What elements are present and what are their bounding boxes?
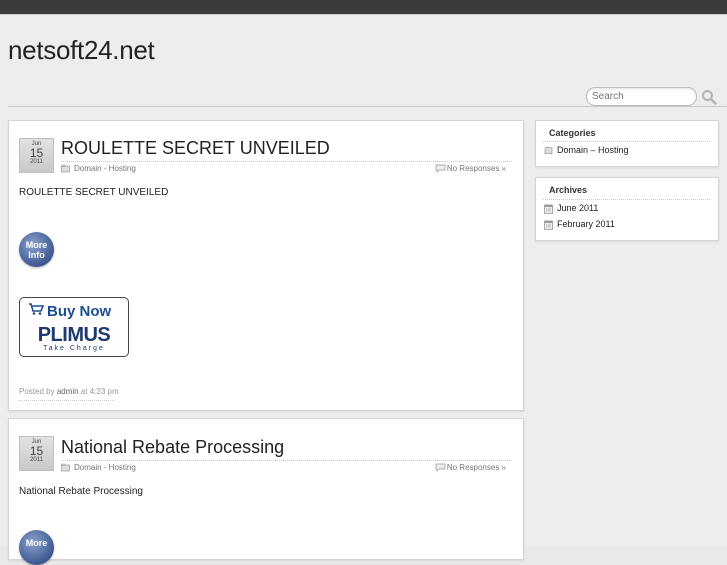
post-responses: No Responses » [435, 463, 506, 472]
date-badge: Jun 15 2011 [19, 138, 54, 173]
post-title[interactable]: ROULETTE SECRET UNVEILED [61, 138, 330, 159]
posted-by-label: Posted by [19, 387, 55, 396]
archive-label[interactable]: February 2011 [557, 219, 615, 229]
more-info-button[interactable]: More [19, 530, 54, 565]
archive-item[interactable]: June 2011 [544, 203, 598, 214]
responses-link[interactable]: No Responses » [447, 164, 506, 173]
category-link[interactable]: Domain - Hosting [74, 463, 136, 472]
post: Jun 15 2011 ROULETTE SECRET UNVEILED Dom… [8, 120, 524, 411]
search-icon[interactable] [701, 89, 717, 105]
post-footer: Posted by admin at 4:23 pm [19, 387, 119, 396]
folder-icon [544, 146, 553, 155]
category-label[interactable]: Domain – Hosting [557, 145, 629, 155]
buy-now-label: Buy Now [47, 302, 112, 320]
meta-divider [61, 161, 512, 162]
author-link[interactable]: admin [57, 387, 79, 396]
browser-top-bar [0, 0, 727, 14]
footer-divider [19, 400, 115, 401]
post-responses: No Responses » [435, 164, 506, 173]
page: netsoft24.net Jun 15 2011 ROULETTE SECRE… [0, 14, 727, 565]
more-info-line1: More [25, 538, 48, 548]
widget-title: Categories [549, 128, 596, 138]
category-link[interactable]: Domain - Hosting [74, 164, 136, 173]
calendar-icon [544, 220, 553, 230]
meta-divider [61, 460, 512, 461]
more-info-line2: Info [28, 249, 45, 260]
date-year: 2011 [30, 457, 43, 463]
post-title[interactable]: National Rebate Processing [61, 437, 284, 458]
widget-divider [543, 199, 710, 200]
archive-label[interactable]: June 2011 [557, 203, 598, 213]
folder-icon [61, 164, 70, 173]
date-badge: Jun 15 2011 [19, 436, 54, 471]
responses-link[interactable]: No Responses » [447, 463, 506, 472]
post-category: Domain - Hosting [61, 164, 136, 173]
search-input[interactable] [586, 87, 697, 106]
plimus-tagline: Take Charge [43, 345, 105, 352]
folder-icon [61, 463, 70, 472]
post-time: at 4:23 pm [80, 387, 119, 396]
archives-widget: Archives June 2011 February 2011 [535, 177, 719, 241]
buy-now-button[interactable]: Buy Now PLIMUS Take Charge [19, 297, 129, 357]
cart-icon [28, 302, 45, 320]
date-day: 15 [29, 444, 44, 458]
post-body: ROULETTE SECRET UNVEILED [19, 187, 169, 198]
archive-item[interactable]: February 2011 [544, 219, 615, 230]
widget-title: Archives [549, 185, 588, 195]
more-info-button[interactable]: More Info [19, 232, 54, 267]
more-info-line1: More [25, 239, 48, 250]
post: Jun 15 2011 National Rebate Processing D… [8, 418, 524, 565]
widget-divider [543, 141, 710, 142]
comment-icon [435, 164, 446, 173]
categories-widget: Categories Domain – Hosting [535, 120, 719, 167]
plimus-logo: PLIMUS [37, 324, 111, 346]
category-item[interactable]: Domain – Hosting [544, 145, 629, 155]
post-category: Domain - Hosting [61, 463, 136, 472]
calendar-icon [544, 204, 553, 214]
date-day: 15 [29, 146, 44, 160]
site-title[interactable]: netsoft24.net [8, 35, 155, 66]
comment-icon [435, 463, 446, 472]
date-year: 2011 [30, 159, 43, 165]
buy-now-header: Buy Now [28, 302, 111, 320]
post-body: National Rebate Processing [19, 486, 143, 497]
header-divider [8, 106, 727, 107]
